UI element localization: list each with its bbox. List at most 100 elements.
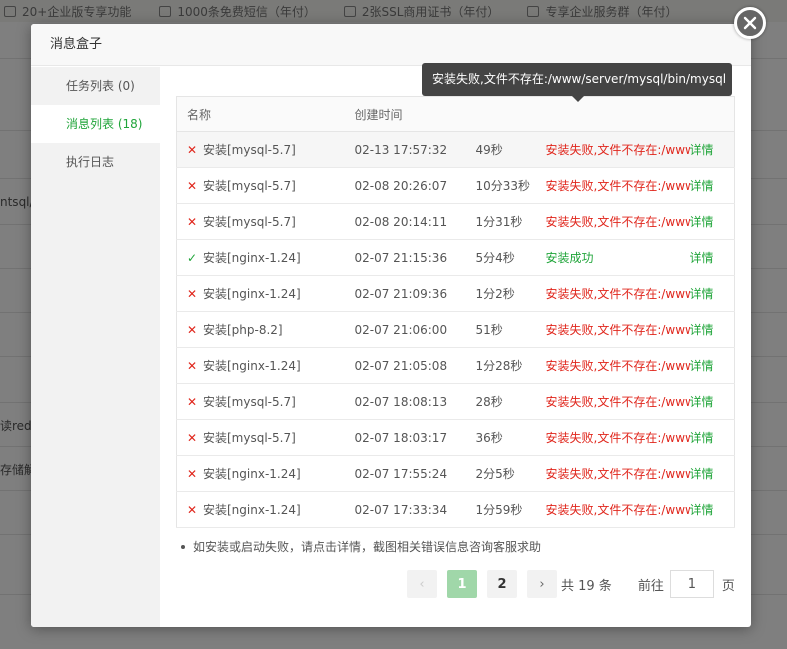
sidebar-item-messages[interactable]: 消息列表 (18): [31, 105, 160, 143]
time-cell: 02-08 20:14:11: [344, 203, 466, 240]
cross-icon: ✕: [187, 359, 198, 373]
cross-icon: ✕: [187, 395, 198, 409]
page-unit-label: 页: [721, 578, 735, 594]
message-box-dialog: 消息盒子 任务列表 (0) 消息列表 (18) 执行日志 名称 创建时间 ✕ 安装…: [31, 24, 751, 627]
close-icon: [743, 16, 757, 30]
detail-link[interactable]: 详情: [689, 455, 735, 492]
cross-icon: ✕: [187, 323, 198, 337]
name-cell: ✕ 安装[nginx-1.24]: [176, 455, 345, 492]
help-note: 如安装或启动失败，请点击详情，截图相关错误信息咨询客服求助: [181, 538, 541, 555]
prev-page-button[interactable]: ‹: [407, 570, 437, 598]
name-cell: ✕ 安装[mysql-5.7]: [176, 203, 345, 240]
pagination: ‹ 1 2 › 共 19 条 前往 页: [407, 570, 735, 598]
column-header-time: 创建时间: [344, 96, 466, 132]
name-cell: ✓ 安装[nginx-1.24]: [176, 239, 345, 276]
duration-cell: 36秒: [465, 419, 536, 456]
feature-icon: [4, 5, 16, 17]
cross-icon: ✕: [187, 287, 198, 301]
table-row: ✓ 安装[nginx-1.24] 02-07 21:15:36 5分4秒 安装成功 详情: [176, 239, 735, 276]
column-header-status: [535, 96, 690, 132]
status-cell: 安装失败,文件不存在:/www/server/nginx/sbin/nginx: [535, 455, 690, 492]
cross-icon: ✕: [187, 215, 198, 229]
detail-link[interactable]: 详情: [689, 131, 735, 168]
table-row: ✕ 安装[mysql-5.7] 02-07 18:08:13 28秒 安装失败,文件不存…: [176, 383, 735, 420]
table-header-row: 名称 创建时间: [176, 96, 735, 132]
message-table: 名称 创建时间 ✕ 安装[mysql-5.7] 02-13 17:57:32 49秒安…: [176, 96, 735, 528]
duration-cell: 1分31秒: [465, 203, 536, 240]
status-tooltip: 安装失败,文件不存在:/www/server/mysql/bin/mysql: [422, 63, 732, 102]
time-cell: 02-07 18:08:13: [344, 383, 466, 420]
time-cell: 02-07 21:05:08: [344, 347, 466, 384]
duration-cell: 49秒: [465, 131, 536, 168]
detail-link[interactable]: 详情: [689, 239, 735, 276]
name-cell: ✕ 安装[nginx-1.24]: [176, 275, 345, 312]
table-row: ✕ 安装[php-8.2] 02-07 21:06:00 51秒 安装失败,文件不存在:…: [176, 311, 735, 348]
page-2-button[interactable]: 2: [487, 570, 517, 598]
message-list: 名称 创建时间 ✕ 安装[mysql-5.7] 02-13 17:57:32 49秒安…: [176, 96, 735, 528]
detail-link[interactable]: 详情: [689, 347, 735, 384]
name-cell: ✕ 安装[nginx-1.24]: [176, 491, 345, 528]
detail-link[interactable]: 详情: [689, 491, 735, 528]
status-cell: 安装失败,文件不存在:/www/server/nginx/sbin/nginx: [535, 491, 690, 528]
close-button[interactable]: [734, 7, 766, 39]
detail-link[interactable]: 详情: [689, 275, 735, 312]
duration-cell: 1分59秒: [465, 491, 536, 528]
goto-label: 前往: [637, 578, 664, 594]
name-cell: ✕ 安装[php-8.2]: [176, 311, 345, 348]
sidebar-item-tasks[interactable]: 任务列表 (0): [31, 67, 160, 105]
sidebar-item-logs[interactable]: 执行日志: [31, 143, 160, 181]
time-cell: 02-07 17:55:24: [344, 455, 466, 492]
status-cell: 安装失败,文件不存在:/www/server/php/82/bin/php: [535, 311, 690, 348]
table-body: ✕ 安装[mysql-5.7] 02-13 17:57:32 49秒 安装失败,文件不存…: [176, 131, 735, 528]
cross-icon: ✕: [187, 179, 198, 193]
time-cell: 02-07 17:33:34: [344, 491, 466, 528]
duration-cell: 1分28秒: [465, 347, 536, 384]
name-cell: ✕ 安装[mysql-5.7]: [176, 419, 345, 456]
bullet-icon: [181, 544, 185, 549]
column-header-action: [689, 96, 735, 132]
duration-cell: 28秒: [465, 383, 536, 420]
ssl-icon: [343, 5, 356, 17]
detail-link[interactable]: 详情: [689, 167, 735, 204]
table-row: ✕ 安装[mysql-5.7] 02-08 20:26:07 10分33秒 安装失败,文…: [176, 167, 735, 204]
detail-link[interactable]: 详情: [689, 419, 735, 456]
goto-page-input[interactable]: [669, 570, 714, 598]
column-header-duration: [465, 96, 536, 132]
table-row: ✕ 安装[nginx-1.24] 02-07 21:09:36 1分2秒 安装失败,文件…: [176, 275, 735, 312]
time-cell: 02-07 18:03:17: [344, 419, 466, 456]
detail-link[interactable]: 详情: [689, 311, 735, 348]
cross-icon: ✕: [187, 503, 198, 517]
name-cell: ✕ 安装[nginx-1.24]: [176, 347, 345, 384]
duration-cell: 2分5秒: [465, 455, 536, 492]
status-cell: 安装失败,文件不存在:/www/server/mysql/bin/mysql: [535, 167, 690, 204]
duration-cell: 10分33秒: [465, 167, 536, 204]
cross-icon: ✕: [187, 431, 198, 445]
next-page-button[interactable]: ›: [527, 570, 557, 598]
status-cell: 安装失败,文件不存在:/www/server/mysql/bin/mysql: [535, 203, 690, 240]
column-header-name: 名称: [176, 96, 345, 132]
cross-icon: ✕: [187, 467, 198, 481]
time-cell: 02-07 21:06:00: [344, 311, 466, 348]
time-cell: 02-08 20:26:07: [344, 167, 466, 204]
page-1-button[interactable]: 1: [447, 570, 477, 598]
background-topbar: 20+企业版专享功能 1000条免费短信（年付） 2张SSL商用证书（年付） 专…: [0, 0, 787, 22]
duration-cell: 1分2秒: [465, 275, 536, 312]
detail-link[interactable]: 详情: [689, 203, 735, 240]
status-cell: 安装失败,文件不存在:/www/server/nginx/sbin/nginx: [535, 275, 690, 312]
status-cell: 安装失败,文件不存在:/www/server/mysql/bin/mysql: [535, 383, 690, 420]
time-cell: 02-13 17:57:32: [344, 131, 466, 168]
status-cell: 安装失败,文件不存在:/www/server/mysql/bin/mysql: [535, 131, 690, 168]
table-row: ✕ 安装[mysql-5.7] 02-07 18:03:17 36秒 安装失败,文件不存…: [176, 419, 735, 456]
service-icon: [527, 5, 540, 17]
status-cell: 安装成功: [535, 239, 690, 276]
time-cell: 02-07 21:09:36: [344, 275, 466, 312]
cross-icon: ✕: [187, 143, 198, 157]
table-row: ✕ 安装[mysql-5.7] 02-08 20:14:11 1分31秒 安装失败,文件…: [176, 203, 735, 240]
detail-link[interactable]: 详情: [689, 383, 735, 420]
dialog-title: 消息盒子: [31, 24, 751, 66]
name-cell: ✕ 安装[mysql-5.7]: [176, 131, 345, 168]
table-row: ✕ 安装[nginx-1.24] 02-07 21:05:08 1分28秒 安装失败,文…: [176, 347, 735, 384]
table-row: ✕ 安装[nginx-1.24] 02-07 17:33:34 1分59秒 安装失败,文…: [176, 491, 735, 528]
duration-cell: 51秒: [465, 311, 536, 348]
dialog-sidebar: 任务列表 (0) 消息列表 (18) 执行日志: [31, 67, 160, 627]
